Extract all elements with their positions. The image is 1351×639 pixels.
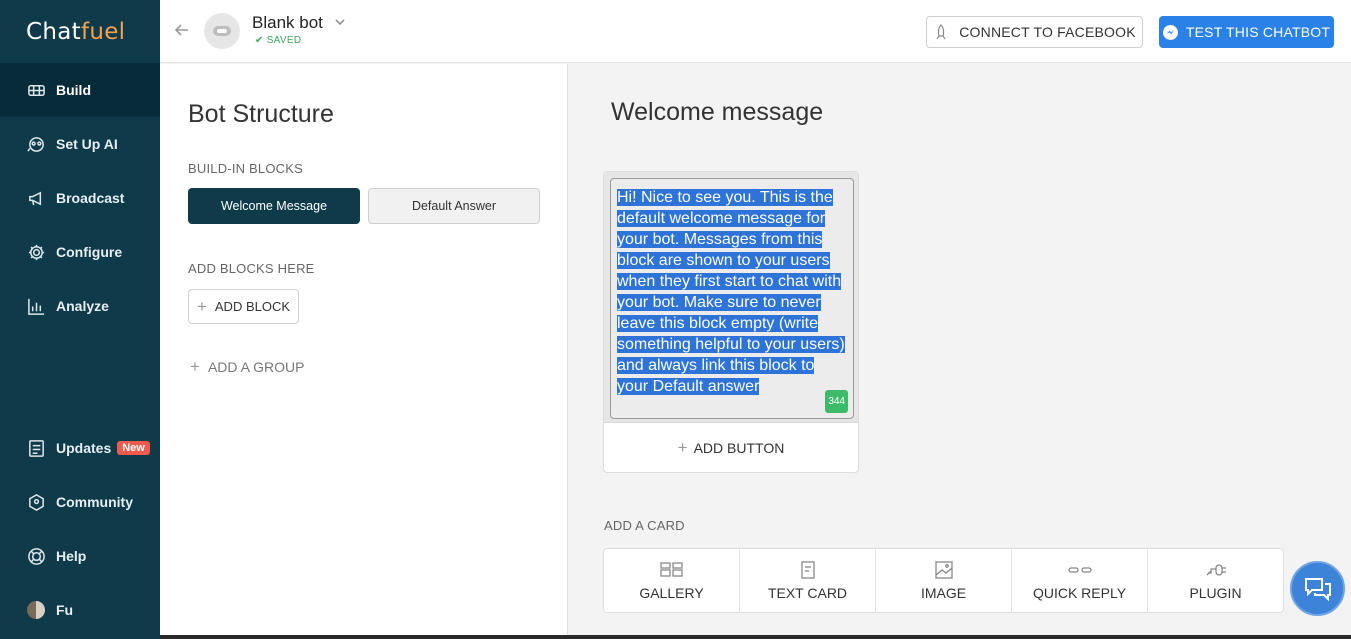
- community-icon: [26, 492, 46, 512]
- plus-icon: +: [190, 357, 200, 376]
- card-type-image[interactable]: IMAGE: [876, 549, 1012, 612]
- check-icon: ✔: [255, 35, 264, 46]
- sidebar-item-help[interactable]: Help: [0, 529, 160, 583]
- card-type-plugin[interactable]: PLUGIN: [1148, 549, 1283, 612]
- text-card-icon: [800, 560, 815, 579]
- char-count-badge: 344: [825, 390, 848, 413]
- robot-icon: [213, 26, 231, 36]
- add-group-label: ADD A GROUP: [207, 359, 305, 375]
- chevron-down-icon[interactable]: [333, 15, 347, 29]
- save-status: ✔ SAVED: [255, 35, 301, 46]
- megaphone-icon: [26, 188, 46, 208]
- connect-facebook-label: CONNECT TO FACEBOOK: [959, 24, 1136, 40]
- plus-icon: +: [677, 438, 688, 457]
- card-type-label: TEXT CARD: [767, 584, 848, 601]
- add-card-label: ADD A CARD: [604, 518, 685, 533]
- sidebar-item-label: Fu: [56, 602, 74, 618]
- chart-icon: [26, 296, 46, 316]
- sidebar-item-label: Analyze: [56, 298, 109, 314]
- bot-avatar: [204, 13, 240, 49]
- sidebar-item-label: Build: [56, 82, 91, 98]
- top-header: Blank bot ✔ SAVED CONNECT TO FACEBOOK TES…: [160, 0, 1351, 63]
- connect-facebook-button[interactable]: CONNECT TO FACEBOOK: [926, 16, 1143, 48]
- bot-structure-title: Bot Structure: [188, 100, 334, 128]
- add-block-label: ADD BLOCK: [214, 299, 291, 314]
- plugin-icon: [1206, 563, 1226, 576]
- ai-icon: [26, 134, 46, 154]
- sidebar-item-updates[interactable]: Updates New: [0, 421, 160, 475]
- test-chatbot-button[interactable]: TEST THIS CHATBOT: [1159, 16, 1334, 48]
- gallery-icon: [659, 561, 683, 577]
- save-status-text: SAVED: [266, 35, 302, 46]
- add-button-label: ADD BUTTON: [693, 440, 785, 456]
- updates-icon: [26, 438, 46, 458]
- sidebar-item-label: Help: [56, 548, 87, 564]
- add-block-button[interactable]: + ADD BLOCK: [188, 289, 299, 324]
- sidebar-item-label: Updates: [56, 440, 112, 456]
- sidebar-item-community[interactable]: Community: [0, 475, 160, 529]
- sidebar-item-setup-ai[interactable]: Set Up AI: [0, 117, 160, 171]
- card-type-label: GALLERY: [639, 584, 704, 601]
- card-type-label: QUICK REPLY: [1032, 584, 1127, 601]
- rocket-icon: [936, 24, 946, 40]
- text-card: Hi! Nice to see you. This is the default…: [603, 171, 859, 473]
- plus-icon: +: [196, 296, 207, 316]
- sidebar-item-label: Set Up AI: [56, 136, 118, 152]
- bot-structure-panel: Bot Structure BUILD-IN BLOCKS Welcome Me…: [160, 64, 568, 639]
- gear-icon: [26, 242, 46, 262]
- back-arrow-icon[interactable]: [172, 20, 192, 40]
- lifebuoy-icon: [26, 546, 46, 566]
- card-type-picker: GALLERY TEXT CARD IMAGE QUICK REPLY PLUG…: [603, 548, 1284, 613]
- bot-name[interactable]: Blank bot: [252, 13, 323, 33]
- add-button-button[interactable]: + ADD BUTTON: [604, 424, 858, 472]
- sidebar-item-build[interactable]: Build: [0, 63, 160, 117]
- help-chat-button[interactable]: [1290, 561, 1345, 616]
- sidebar: Chat fuel Build Set Up AI Broadcast Confi…: [0, 0, 160, 639]
- add-blocks-label: ADD BLOCKS HERE: [188, 261, 315, 276]
- sidebar-item-configure[interactable]: Configure: [0, 225, 160, 279]
- sidebar-item-profile[interactable]: Fu: [0, 583, 160, 637]
- test-chatbot-label: TEST THIS CHATBOT: [1185, 24, 1331, 40]
- chat-bubbles-icon: [1304, 577, 1331, 601]
- user-avatar: [26, 600, 46, 620]
- quick-reply-icon: [1067, 566, 1092, 573]
- text-card-body: Hi! Nice to see you. This is the default…: [604, 172, 858, 423]
- card-type-quick-reply[interactable]: QUICK REPLY: [1012, 549, 1148, 612]
- new-badge: New: [117, 441, 150, 455]
- message-text: Hi! Nice to see you. This is the default…: [617, 189, 845, 395]
- block-title[interactable]: Welcome message: [611, 98, 823, 127]
- card-type-label: IMAGE: [920, 584, 967, 601]
- image-icon: [934, 560, 953, 579]
- sidebar-item-label: Broadcast: [56, 190, 125, 206]
- card-type-label: PLUGIN: [1189, 584, 1242, 601]
- build-icon: [26, 80, 46, 100]
- messenger-icon: [1162, 24, 1178, 40]
- builtin-blocks-label: BUILD-IN BLOCKS: [188, 161, 303, 176]
- welcome-message-block[interactable]: Welcome Message: [188, 188, 360, 224]
- bottom-border: [160, 635, 1351, 639]
- sidebar-item-label: Configure: [56, 244, 123, 260]
- default-answer-block[interactable]: Default Answer: [368, 188, 540, 224]
- sidebar-item-broadcast[interactable]: Broadcast: [0, 171, 160, 225]
- chatfuel-logo[interactable]: Chat fuel: [0, 0, 160, 63]
- sidebar-item-label: Community: [56, 494, 133, 510]
- logo-text-chat: Chat: [26, 18, 81, 45]
- logo-text-fuel: fuel: [80, 18, 126, 45]
- card-type-text[interactable]: TEXT CARD: [740, 549, 876, 612]
- add-group-button[interactable]: + ADD A GROUP: [190, 357, 304, 377]
- sidebar-item-analyze[interactable]: Analyze: [0, 279, 160, 333]
- message-textarea[interactable]: Hi! Nice to see you. This is the default…: [610, 178, 854, 419]
- card-type-gallery[interactable]: GALLERY: [604, 549, 740, 612]
